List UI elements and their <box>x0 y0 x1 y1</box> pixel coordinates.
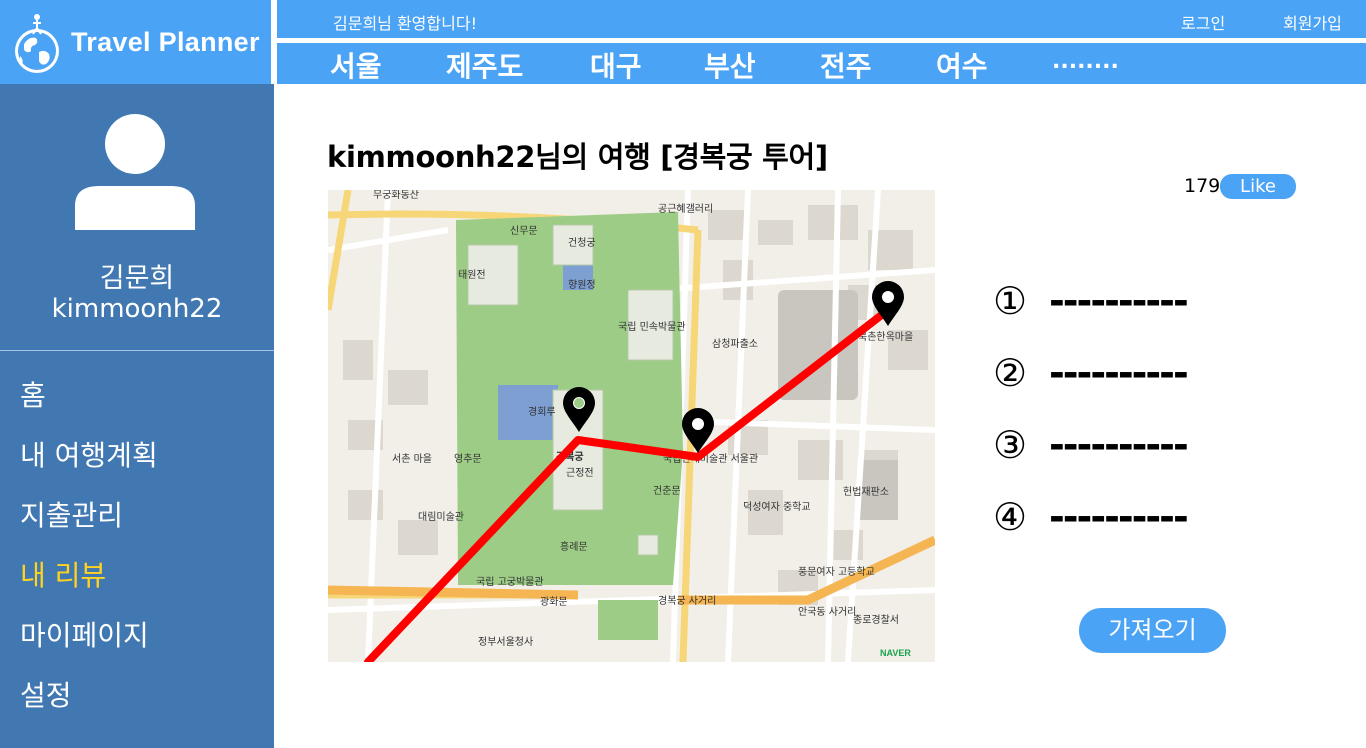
map-label-anguk: 안국동 사거리 <box>798 606 856 618</box>
map-label-sejong-govt: 정부서울청사 <box>478 636 533 648</box>
map-label-daelim: 대림미술관 <box>418 511 464 523</box>
map-label: 무궁화동산 <box>373 190 419 201</box>
map-label-bukchon: 북촌한옥마을 <box>858 331 913 343</box>
nav-item-jeonju[interactable]: 전주 <box>820 45 872 85</box>
logo[interactable]: Travel Planner <box>0 0 271 84</box>
like-count: 179 <box>1184 175 1221 197</box>
map-label-geonchunmun: 건춘문 <box>653 485 681 497</box>
signup-link[interactable]: 회원가입 <box>1283 10 1342 34</box>
map-label-yeongchumun: 영추문 <box>454 453 482 465</box>
map-label-seochon: 서촌 마을 <box>392 453 432 465</box>
top-bar: 김문희님 환영합니다! 로그인 회원가입 <box>277 0 1366 38</box>
page-title: kimmoonh22님의 여행 [경복궁 투어] <box>327 140 828 174</box>
stop-placeholder: ---------- <box>1049 423 1189 467</box>
map-label-heungryemun: 흥례문 <box>560 540 588 553</box>
nav-item-busan[interactable]: 부산 <box>704 45 756 85</box>
stop-number: ③ <box>993 423 1028 467</box>
map-label-geoncheongung: 건청궁 <box>568 237 596 249</box>
map-label-sinmumun: 신무문 <box>510 225 538 237</box>
globe-traveler-icon <box>15 14 59 73</box>
map-label-samcheong: 삼청파출소 <box>712 338 758 350</box>
map-label-gyeongbokgung-station: 경복궁 사거리 <box>658 594 716 607</box>
map-canvas[interactable]: 무궁화동산 공근혜갤러리 신무문 건청궁 향원정 태원전 국립 민속박물관 삼청… <box>328 190 935 662</box>
like-button[interactable]: Like <box>1220 174 1296 199</box>
stop-placeholder: ---------- <box>1049 279 1189 323</box>
nav-item-more[interactable]: ........ <box>1052 49 1119 74</box>
user-name: 김문희 <box>99 263 175 294</box>
stop-item-2: ② ---------- <box>993 351 1189 395</box>
map-label-hyeonbeop: 헌법재판소 <box>843 486 889 498</box>
logo-text: Travel Planner <box>71 27 260 57</box>
map-label-jongno-police: 종로경찰서 <box>853 613 899 626</box>
sidebar-item-mypage[interactable]: 마이페이지 <box>20 614 149 654</box>
map-label-folk-museum: 국립 민속박물관 <box>618 320 686 333</box>
nav-item-yeosu[interactable]: 여수 <box>936 45 988 85</box>
stop-item-3: ③ ---------- <box>993 423 1189 467</box>
stop-item-4: ④ ---------- <box>993 495 1189 539</box>
user-avatar-icon <box>75 114 195 230</box>
stop-number: ② <box>993 351 1028 395</box>
map-label-palace-museum: 국립 고궁박물관 <box>476 575 544 588</box>
region-nav: 서울 제주도 대구 부산 전주 여수 ........ <box>277 43 1366 84</box>
map-label-taewonjeon: 태원전 <box>458 269 486 281</box>
map-label-geunjeongjeon: 근정전 <box>566 467 594 479</box>
stop-number: ① <box>993 279 1028 323</box>
sidebar-item-settings[interactable]: 설정 <box>20 674 72 714</box>
map-label-gwanghwamun: 광화문 <box>540 596 568 608</box>
map-label-deokseong: 덕성여자 중학교 <box>743 501 811 513</box>
user-id: kimmoonh22 <box>51 294 223 324</box>
nav-item-daegu[interactable]: 대구 <box>590 45 642 85</box>
map-label-hyangwonjeong: 향원정 <box>568 279 596 291</box>
stop-placeholder: ---------- <box>1049 495 1189 539</box>
map-naver-logo: NAVER <box>880 648 911 658</box>
sidebar-item-my-trips[interactable]: 내 여행계획 <box>20 434 158 474</box>
stop-item-1: ① ---------- <box>993 279 1189 323</box>
sidebar: 김문희 kimmoonh22 홈 내 여행계획 지출관리 내 리뷰 마이페이지 … <box>0 84 274 748</box>
sidebar-item-expenses[interactable]: 지출관리 <box>20 494 123 534</box>
nav-item-seoul[interactable]: 서울 <box>330 45 382 85</box>
map-label-gyeonghoeru: 경회루 <box>528 405 556 418</box>
stop-number: ④ <box>993 495 1028 539</box>
sidebar-item-home[interactable]: 홈 <box>20 374 46 414</box>
stop-placeholder: ---------- <box>1049 351 1189 395</box>
map-label-gongsae: 공근혜갤러리 <box>658 203 713 215</box>
sidebar-item-my-reviews[interactable]: 내 리뷰 <box>20 554 106 594</box>
nav-item-jeju[interactable]: 제주도 <box>446 45 523 85</box>
welcome-text: 김문희님 환영합니다! <box>333 14 477 33</box>
map-label-pungmun: 풍문여자 고등학교 <box>798 566 875 578</box>
login-link[interactable]: 로그인 <box>1181 10 1225 34</box>
sidebar-divider <box>0 350 274 351</box>
import-button[interactable]: 가져오기 <box>1079 608 1226 653</box>
route-map[interactable]: 무궁화동산 공근혜갤러리 신무문 건청궁 향원정 태원전 국립 민속박물관 삼청… <box>328 190 935 662</box>
